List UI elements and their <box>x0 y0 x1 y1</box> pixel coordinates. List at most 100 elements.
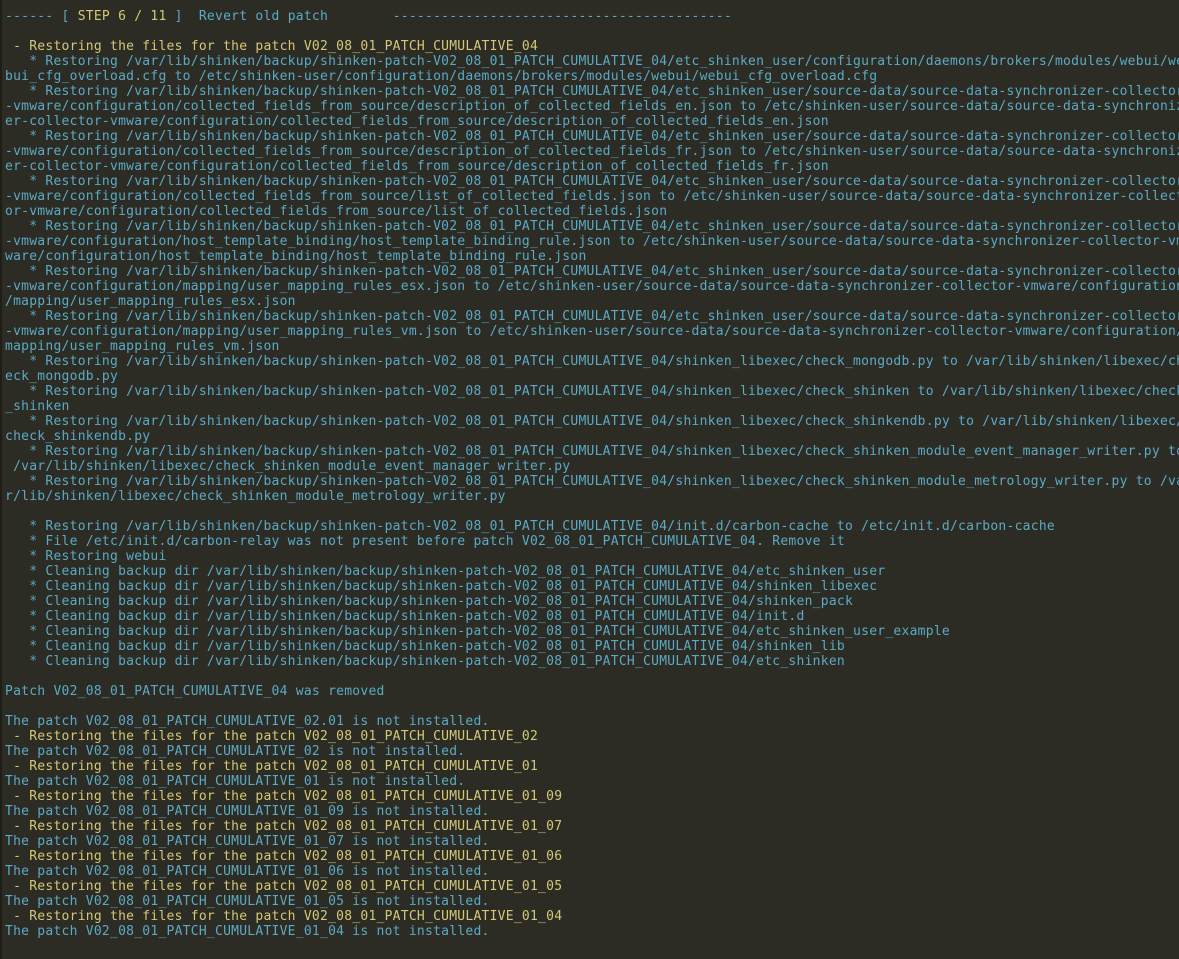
terminal-line: The patch V02_08_01_PATCH_CUMULATIVE_01_… <box>5 864 1179 879</box>
terminal-text-segment: -vmware/configuration/host_template_bind… <box>5 234 1179 249</box>
terminal-line: * Restoring /var/lib/shinken/backup/shin… <box>5 129 1179 144</box>
terminal-text-segment: * File /etc/init.d/carbon-relay was not … <box>5 534 845 549</box>
terminal-text-segment: mapping/user_mapping_rules_vm.json <box>5 339 280 354</box>
terminal-line: -vmware/configuration/collected_fields_f… <box>5 144 1179 159</box>
terminal-line: * Cleaning backup dir /var/lib/shinken/b… <box>5 564 1179 579</box>
terminal-line: * Cleaning backup dir /var/lib/shinken/b… <box>5 624 1179 639</box>
terminal-line: bui_cfg_overload.cfg to /etc/shinken-use… <box>5 69 1179 84</box>
terminal-line: * Restoring /var/lib/shinken/backup/shin… <box>5 384 1179 399</box>
terminal-text-segment: * Cleaning backup dir /var/lib/shinken/b… <box>5 579 877 594</box>
terminal-output: ------ [ STEP 6 / 11 ] Revert old patch … <box>5 9 1179 939</box>
terminal-text-segment: -vmware/configuration/collected_fields_f… <box>5 144 1179 159</box>
terminal-text-segment: * Restoring /var/lib/shinken/backup/shin… <box>5 219 1179 234</box>
terminal-text-segment: * Restoring /var/lib/shinken/backup/shin… <box>5 384 1179 399</box>
terminal-text-segment: STEP 6 / 11 <box>78 9 167 24</box>
terminal-line <box>5 504 1179 519</box>
terminal-window[interactable]: ------ [ STEP 6 / 11 ] Revert old patch … <box>0 0 1179 959</box>
terminal-line: * Restoring /var/lib/shinken/backup/shin… <box>5 474 1179 489</box>
terminal-line: - Restoring the files for the patch V02_… <box>5 879 1179 894</box>
terminal-text-segment: - Restoring the files for the patch V02_… <box>5 789 562 804</box>
terminal-line: * Restoring /var/lib/shinken/backup/shin… <box>5 174 1179 189</box>
terminal-line: The patch V02_08_01_PATCH_CUMULATIVE_01_… <box>5 924 1179 939</box>
terminal-text-segment: - Restoring the files for the patch V02_… <box>5 879 562 894</box>
terminal-text-segment: * Restoring /var/lib/shinken/backup/shin… <box>5 54 1179 69</box>
terminal-line: eck_mongodb.py <box>5 369 1179 384</box>
terminal-line: * Restoring webui <box>5 549 1179 564</box>
terminal-text-segment: The patch V02_08_01_PATCH_CUMULATIVE_01_… <box>5 864 490 879</box>
terminal-text-segment: * Cleaning backup dir /var/lib/shinken/b… <box>5 624 950 639</box>
terminal-line: check_shinkendb.py <box>5 429 1179 444</box>
terminal-text-segment: or-vmware/configuration/collected_fields… <box>5 204 667 219</box>
terminal-line: /mapping/user_mapping_rules_esx.json <box>5 294 1179 309</box>
terminal-line: er-collector-vmware/configuration/collec… <box>5 159 1179 174</box>
terminal-line: The patch V02_08_01_PATCH_CUMULATIVE_01_… <box>5 834 1179 849</box>
terminal-line: ware/configuration/host_template_binding… <box>5 249 1179 264</box>
terminal-line: - Restoring the files for the patch V02_… <box>5 819 1179 834</box>
terminal-line: - Restoring the files for the patch V02_… <box>5 759 1179 774</box>
terminal-text-segment: * Restoring /var/lib/shinken/backup/shin… <box>5 519 1055 534</box>
terminal-text-segment: -vmware/configuration/mapping/user_mappi… <box>5 279 1179 294</box>
terminal-line: The patch V02_08_01_PATCH_CUMULATIVE_02.… <box>5 714 1179 729</box>
terminal-line: * Cleaning backup dir /var/lib/shinken/b… <box>5 654 1179 669</box>
terminal-line: Patch V02_08_01_PATCH_CUMULATIVE_04 was … <box>5 684 1179 699</box>
terminal-text-segment: - Restoring the files for the patch V02_… <box>5 39 538 54</box>
terminal-line: - Restoring the files for the patch V02_… <box>5 39 1179 54</box>
terminal-text-segment: check_shinkendb.py <box>5 429 150 444</box>
terminal-text-segment: -vmware/configuration/mapping/user_mappi… <box>5 324 1179 339</box>
terminal-line: * Restoring /var/lib/shinken/backup/shin… <box>5 444 1179 459</box>
terminal-line: - Restoring the files for the patch V02_… <box>5 849 1179 864</box>
terminal-line: * Cleaning backup dir /var/lib/shinken/b… <box>5 579 1179 594</box>
terminal-text-segment: The patch V02_08_01_PATCH_CUMULATIVE_02.… <box>5 714 490 729</box>
terminal-text-segment: * Cleaning backup dir /var/lib/shinken/b… <box>5 654 845 669</box>
terminal-line: The patch V02_08_01_PATCH_CUMULATIVE_01_… <box>5 804 1179 819</box>
terminal-line: -vmware/configuration/host_template_bind… <box>5 234 1179 249</box>
terminal-text-segment: * Cleaning backup dir /var/lib/shinken/b… <box>5 609 805 624</box>
terminal-line <box>5 24 1179 39</box>
terminal-text-segment: - Restoring the files for the patch V02_… <box>5 909 562 924</box>
terminal-text-segment: The patch V02_08_01_PATCH_CUMULATIVE_01_… <box>5 834 490 849</box>
terminal-line: - Restoring the files for the patch V02_… <box>5 909 1179 924</box>
terminal-text-segment: - Restoring the files for the patch V02_… <box>5 819 562 834</box>
terminal-line: -vmware/configuration/mapping/user_mappi… <box>5 279 1179 294</box>
terminal-text-segment: /var/lib/shinken/libexec/check_shinken_m… <box>5 459 570 474</box>
terminal-text-segment: * Restoring /var/lib/shinken/backup/shin… <box>5 174 1179 189</box>
terminal-line: * Restoring /var/lib/shinken/backup/shin… <box>5 354 1179 369</box>
terminal-text-segment: ------ [ <box>5 9 78 24</box>
terminal-text-segment: bui_cfg_overload.cfg to /etc/shinken-use… <box>5 69 877 84</box>
terminal-line <box>5 699 1179 714</box>
terminal-text-segment: -vmware/configuration/collected_fields_f… <box>5 99 1179 114</box>
terminal-line: * Cleaning backup dir /var/lib/shinken/b… <box>5 609 1179 624</box>
terminal-text-segment: _shinken <box>5 399 70 414</box>
terminal-line: * Restoring /var/lib/shinken/backup/shin… <box>5 219 1179 234</box>
terminal-text-segment: ware/configuration/host_template_binding… <box>5 249 587 264</box>
terminal-line: _shinken <box>5 399 1179 414</box>
terminal-text-segment: The patch V02_08_01_PATCH_CUMULATIVE_01 … <box>5 774 465 789</box>
terminal-text-segment: * Restoring /var/lib/shinken/backup/shin… <box>5 444 1179 459</box>
terminal-line: * Restoring /var/lib/shinken/backup/shin… <box>5 519 1179 534</box>
terminal-text-segment: - Restoring the files for the patch V02_… <box>5 729 538 744</box>
terminal-text-segment: er-collector-vmware/configuration/collec… <box>5 114 829 129</box>
terminal-text-segment: * Restoring /var/lib/shinken/backup/shin… <box>5 414 1179 429</box>
terminal-text-segment: * Cleaning backup dir /var/lib/shinken/b… <box>5 594 853 609</box>
terminal-text-segment: * Restoring /var/lib/shinken/backup/shin… <box>5 129 1179 144</box>
terminal-text-segment: Patch V02_08_01_PATCH_CUMULATIVE_04 was … <box>5 684 385 699</box>
terminal-line: The patch V02_08_01_PATCH_CUMULATIVE_01_… <box>5 894 1179 909</box>
terminal-text-segment: * Cleaning backup dir /var/lib/shinken/b… <box>5 639 845 654</box>
terminal-line: -vmware/configuration/collected_fields_f… <box>5 99 1179 114</box>
terminal-text-segment: The patch V02_08_01_PATCH_CUMULATIVE_01_… <box>5 804 490 819</box>
terminal-text-segment: -vmware/configuration/collected_fields_f… <box>5 189 1179 204</box>
terminal-text-segment: r/lib/shinken/libexec/check_shinken_modu… <box>5 489 506 504</box>
terminal-line: * Restoring /var/lib/shinken/backup/shin… <box>5 264 1179 279</box>
terminal-text-segment: * Restoring /var/lib/shinken/backup/shin… <box>5 354 1179 369</box>
terminal-line: * Restoring /var/lib/shinken/backup/shin… <box>5 309 1179 324</box>
terminal-text-segment: * Restoring /var/lib/shinken/backup/shin… <box>5 474 1179 489</box>
terminal-text-segment: * Restoring /var/lib/shinken/backup/shin… <box>5 264 1179 279</box>
terminal-line: er-collector-vmware/configuration/collec… <box>5 114 1179 129</box>
terminal-line: r/lib/shinken/libexec/check_shinken_modu… <box>5 489 1179 504</box>
terminal-text-segment: The patch V02_08_01_PATCH_CUMULATIVE_02 … <box>5 744 465 759</box>
terminal-text-segment: - Restoring the files for the patch V02_… <box>5 849 562 864</box>
terminal-line: * File /etc/init.d/carbon-relay was not … <box>5 534 1179 549</box>
terminal-text-segment: ] Revert old patch ---------------------… <box>167 9 732 24</box>
terminal-line: * Cleaning backup dir /var/lib/shinken/b… <box>5 594 1179 609</box>
terminal-line: /var/lib/shinken/libexec/check_shinken_m… <box>5 459 1179 474</box>
